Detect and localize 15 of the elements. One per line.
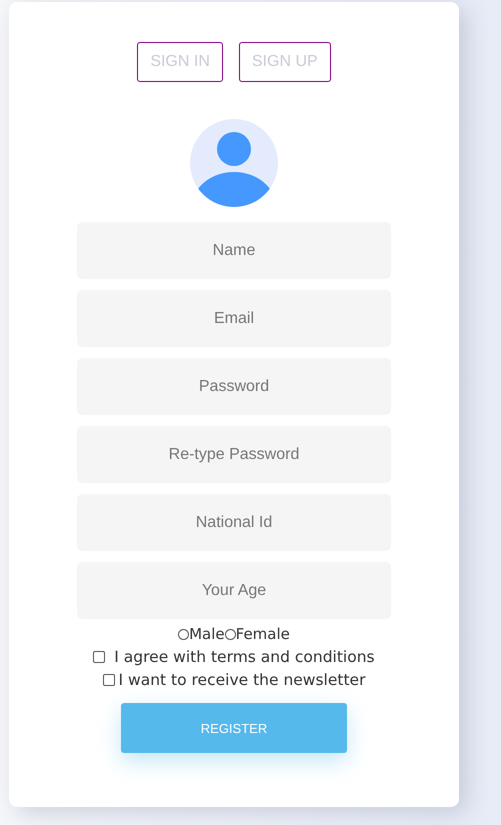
radio-button[interactable] (224, 628, 236, 640)
input-field[interactable]: Email (77, 290, 391, 347)
checkbox[interactable] (102, 674, 115, 686)
register-button[interactable]: REGISTER (121, 703, 347, 753)
radio-label: Male (189, 625, 225, 643)
radio-button[interactable] (178, 628, 190, 640)
input-field[interactable]: Password (77, 358, 391, 415)
input-field[interactable]: Name (77, 222, 391, 279)
input-field[interactable]: National Id (77, 494, 391, 551)
radio-label: Female (236, 625, 290, 643)
input-field[interactable]: Your Age (77, 562, 391, 619)
checkbox-label: I agree with terms and conditions (113, 648, 375, 666)
input-field[interactable]: Re-type Password (77, 426, 391, 483)
checkbox[interactable] (93, 651, 106, 663)
checkbox-label: I want to receive the newsletter (118, 671, 366, 689)
